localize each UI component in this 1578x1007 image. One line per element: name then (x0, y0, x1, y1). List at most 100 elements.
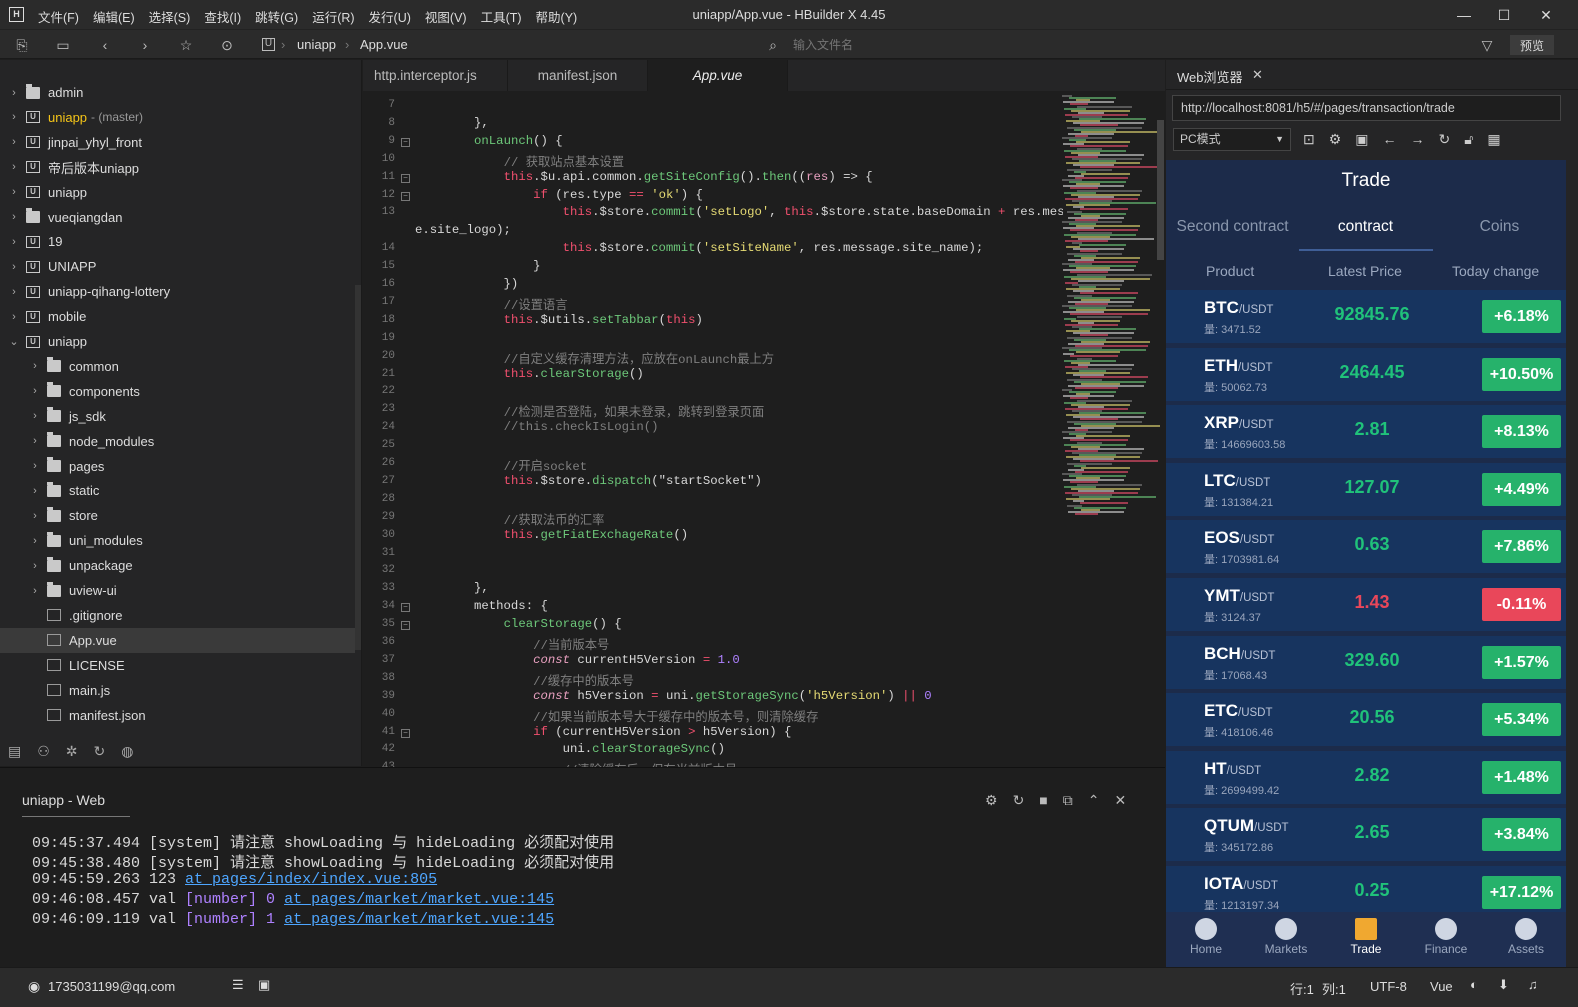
menu-item[interactable]: 发行(U) (369, 7, 411, 26)
language-mode[interactable]: Vue (1430, 979, 1453, 994)
chevron-icon[interactable]: › (29, 510, 41, 522)
menu-item[interactable]: 查找(I) (204, 7, 241, 26)
chevron-icon[interactable]: › (29, 385, 41, 397)
terminal-icon[interactable]: ▣ (258, 977, 270, 993)
tree-item[interactable]: › common (0, 354, 355, 379)
console-title[interactable]: uniapp - Web (22, 792, 130, 817)
table-row[interactable]: HT/USDT 量: 2699499.42 2.82 +1.48% (1166, 750, 1566, 804)
table-row[interactable]: BCH/USDT 量: 17068.43 329.60 +1.57% (1166, 635, 1566, 689)
menu-item[interactable]: 帮助(Y) (536, 7, 578, 26)
tab-contract[interactable]: contract (1299, 218, 1432, 236)
tree-item[interactable]: main.js (0, 678, 355, 703)
code-editor[interactable]: 78 }, 9− onLaunch() {10 // 获取站点基本设置 11− th… (363, 95, 1063, 767)
run-icon[interactable]: ⊙ (218, 36, 236, 54)
maximize-icon[interactable]: ☐ (1484, 4, 1524, 26)
stop-icon[interactable]: ■ (1039, 792, 1047, 809)
tree-item[interactable]: ⌄ Uuniapp (0, 329, 355, 354)
lock-icon[interactable]: 🔓︎ (1464, 131, 1473, 148)
debug-icon[interactable]: ⚙ (985, 792, 998, 809)
tree-item[interactable]: App.vue (0, 627, 355, 653)
console-link[interactable]: at pages/index/index.vue:805 (185, 871, 437, 888)
devtools-icon[interactable]: ▣ (1355, 131, 1368, 148)
star-icon[interactable]: ☆ (177, 36, 195, 54)
table-row[interactable]: XRP/USDT 量: 14669603.58 2.81 +8.13% (1166, 405, 1566, 459)
screenshot-icon[interactable]: ⊡ (1303, 131, 1315, 148)
clear-console-icon[interactable]: ✕ (1115, 792, 1127, 809)
nav-trade[interactable]: Trade (1326, 912, 1406, 967)
tree-item[interactable]: › Ujinpai_yhyl_front (0, 130, 355, 155)
fold-toggle-icon[interactable]: − (401, 173, 410, 183)
chevron-icon[interactable]: › (8, 161, 20, 173)
git-icon[interactable]: ↻ (94, 743, 106, 760)
collapse-up-icon[interactable]: ⌃ (1088, 792, 1100, 809)
user-avatar-icon[interactable]: ◉ (28, 978, 40, 995)
tree-item[interactable]: › js_sdk (0, 404, 355, 429)
chevron-icon[interactable]: › (29, 485, 41, 497)
tree-item[interactable]: › Umobile (0, 304, 355, 329)
fold-toggle-icon[interactable]: − (401, 137, 410, 147)
project-manager-icon[interactable]: ▤ (8, 743, 21, 760)
bug-icon[interactable]: ✲ (66, 743, 78, 760)
fold-toggle-icon[interactable]: − (401, 621, 410, 631)
open-external-icon[interactable]: ⧉ (1063, 792, 1073, 809)
browser-tab[interactable]: Web浏览器 (1177, 67, 1243, 86)
encoding[interactable]: UTF-8 (1370, 979, 1407, 994)
editor-tab[interactable]: App.vue (648, 60, 788, 91)
editor-tab[interactable]: http.interceptor.js (363, 60, 508, 91)
chat-icon[interactable]: ◐ (1470, 977, 1478, 992)
close-window-icon[interactable]: ✕ (1526, 4, 1566, 26)
tree-item[interactable]: › uni_modules (0, 528, 355, 553)
tree-item[interactable]: › Uuniapp (0, 180, 355, 205)
table-row[interactable]: BTC/USDT 量: 3471.52 92845.76 +6.18% (1166, 290, 1566, 343)
table-row[interactable]: ETC/USDT 量: 418106.46 20.56 +5.34% (1166, 693, 1566, 747)
tree-item[interactable]: › pages (0, 454, 355, 479)
save-icon[interactable]: ▭ (54, 36, 72, 54)
tree-item[interactable]: › admin (0, 80, 355, 105)
chevron-icon[interactable]: › (29, 460, 41, 472)
tree-item[interactable]: › Uuniapp-qihang-lottery (0, 279, 355, 304)
minimap[interactable] (1058, 95, 1160, 515)
fold-toggle-icon[interactable]: − (401, 728, 410, 738)
restart-icon[interactable]: ↻ (1013, 792, 1025, 809)
menu-item[interactable]: 跳转(G) (255, 7, 298, 26)
menu-item[interactable]: 文件(F) (38, 7, 79, 26)
sidebar-scrollbar[interactable] (355, 285, 361, 650)
binoculars-icon[interactable]: ⚇ (37, 743, 50, 760)
chevron-icon[interactable]: › (29, 560, 41, 572)
chevron-icon[interactable]: › (29, 435, 41, 447)
chevron-icon[interactable]: › (29, 585, 41, 597)
menu-item[interactable]: 编辑(E) (93, 7, 135, 26)
qrcode-icon[interactable]: ▦ (1487, 131, 1500, 148)
outline-icon[interactable]: ☰ (232, 977, 244, 993)
table-row[interactable]: ETH/USDT 量: 50062.73 2464.45 +10.50% (1166, 347, 1566, 401)
tree-item[interactable]: › Uuniapp - (master) (0, 105, 355, 130)
table-row[interactable]: YMT/USDT 量: 3124.37 1.43 -0.11% (1166, 578, 1566, 631)
tree-item[interactable]: LICENSE (0, 653, 355, 678)
settings-icon[interactable]: ⚙ (1329, 131, 1342, 148)
close-tab-icon[interactable]: ✕ (1252, 67, 1263, 83)
minimize-icon[interactable]: — (1444, 4, 1484, 26)
plugin-icon[interactable]: ◍ (121, 743, 133, 760)
nav-markets[interactable]: Markets (1246, 912, 1326, 967)
tab-second-contract[interactable]: Second contract (1166, 218, 1299, 236)
chevron-icon[interactable]: › (29, 360, 41, 372)
editor-scrollbar[interactable] (1157, 120, 1164, 260)
fold-toggle-icon[interactable]: − (401, 603, 410, 613)
refresh-icon[interactable]: ↻ (1439, 131, 1451, 148)
tree-item[interactable]: › components (0, 379, 355, 404)
tree-item[interactable]: manifest.json (0, 703, 355, 728)
console-link[interactable]: at pages/market/market.vue:145 (284, 891, 554, 908)
download-icon[interactable]: ⬇ (1498, 977, 1509, 993)
device-mode-select[interactable]: PC模式 ▼ (1173, 128, 1291, 151)
back-arrow-icon[interactable]: ← (1383, 131, 1397, 148)
console-link[interactable]: at pages/market/market.vue:145 (284, 911, 554, 928)
tree-item[interactable]: › vueqiangdan (0, 205, 355, 230)
file-search-input[interactable] (793, 35, 1093, 55)
editor-tab[interactable]: manifest.json (508, 60, 648, 91)
new-file-icon[interactable]: ⎘ (13, 36, 31, 54)
tree-item[interactable]: › U 帝后版本uniapp (0, 155, 355, 180)
tree-item[interactable]: › U UNIAPP (0, 254, 355, 279)
tree-item[interactable]: › node_modules (0, 429, 355, 454)
tree-item[interactable]: › store (0, 503, 355, 528)
nav-assets[interactable]: Assets (1486, 912, 1566, 967)
